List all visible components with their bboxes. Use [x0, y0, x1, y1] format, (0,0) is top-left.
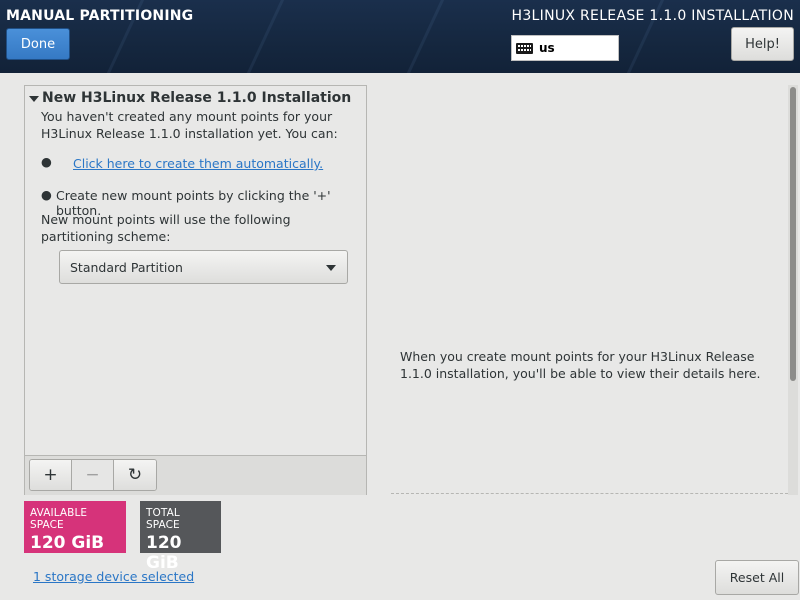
partition-scheme-text: New mount points will use the following …: [41, 212, 291, 244]
help-button[interactable]: Help!: [731, 27, 794, 61]
keyboard-icon: [516, 42, 533, 54]
storage-devices-link[interactable]: 1 storage device selected: [33, 569, 194, 584]
mount-points-panel: New H3Linux Release 1.1.0 Installation Y…: [24, 85, 367, 495]
bullet-icon: ●: [41, 154, 52, 169]
reset-all-button[interactable]: Reset All: [715, 560, 799, 595]
installation-expander[interactable]: New H3Linux Release 1.1.0 Installation: [29, 90, 351, 106]
mount-point-toolbar: + − ↻: [25, 455, 366, 495]
details-separator: [391, 493, 788, 494]
header-bar: MANUAL PARTITIONING H3LINUX RELEASE 1.1.…: [0, 0, 800, 73]
release-title: H3LINUX RELEASE 1.1.0 INSTALLATION: [511, 8, 794, 24]
expander-arrow-icon: [29, 95, 39, 102]
partition-scheme-dropdown[interactable]: Standard Partition: [59, 250, 348, 284]
details-scrollbar[interactable]: [788, 85, 798, 495]
keyboard-layout-label: us: [539, 41, 555, 55]
total-space-label: TOTAL SPACE: [146, 507, 180, 531]
no-mount-points-text: You haven't created any mount points for…: [41, 109, 338, 141]
add-mount-point-button[interactable]: +: [30, 460, 72, 490]
scrollbar-thumb[interactable]: [790, 87, 796, 381]
installation-title: New H3Linux Release 1.1.0 Installation: [42, 90, 352, 106]
mount-point-details-placeholder: When you create mount points for your H3…: [400, 349, 761, 381]
bullet-icon: ●: [41, 187, 52, 202]
header-decoration: [392, 0, 451, 73]
plus-icon: +: [43, 465, 58, 485]
done-button[interactable]: Done: [6, 28, 70, 60]
available-space-value: 120 GiB: [30, 533, 105, 553]
header-decoration: [232, 0, 291, 73]
toolbar-button-group: + − ↻: [29, 459, 157, 491]
auto-create-link[interactable]: Click here to create them automatically.: [73, 156, 323, 171]
page-title: MANUAL PARTITIONING: [6, 8, 194, 24]
keyboard-layout-indicator[interactable]: us: [511, 35, 619, 61]
minus-icon: −: [85, 465, 100, 485]
total-space-value: 120 GiB: [146, 533, 182, 573]
available-space-box: AVAILABLE SPACE 120 GiB: [24, 501, 126, 553]
refresh-button[interactable]: ↻: [114, 460, 156, 490]
partition-scheme-value: Standard Partition: [70, 259, 183, 275]
total-space-box: TOTAL SPACE 120 GiB: [140, 501, 221, 573]
available-space-label: AVAILABLE SPACE: [30, 507, 88, 531]
refresh-icon: ↻: [127, 465, 143, 485]
chevron-down-icon: [326, 265, 336, 271]
remove-mount-point-button[interactable]: −: [72, 460, 114, 490]
